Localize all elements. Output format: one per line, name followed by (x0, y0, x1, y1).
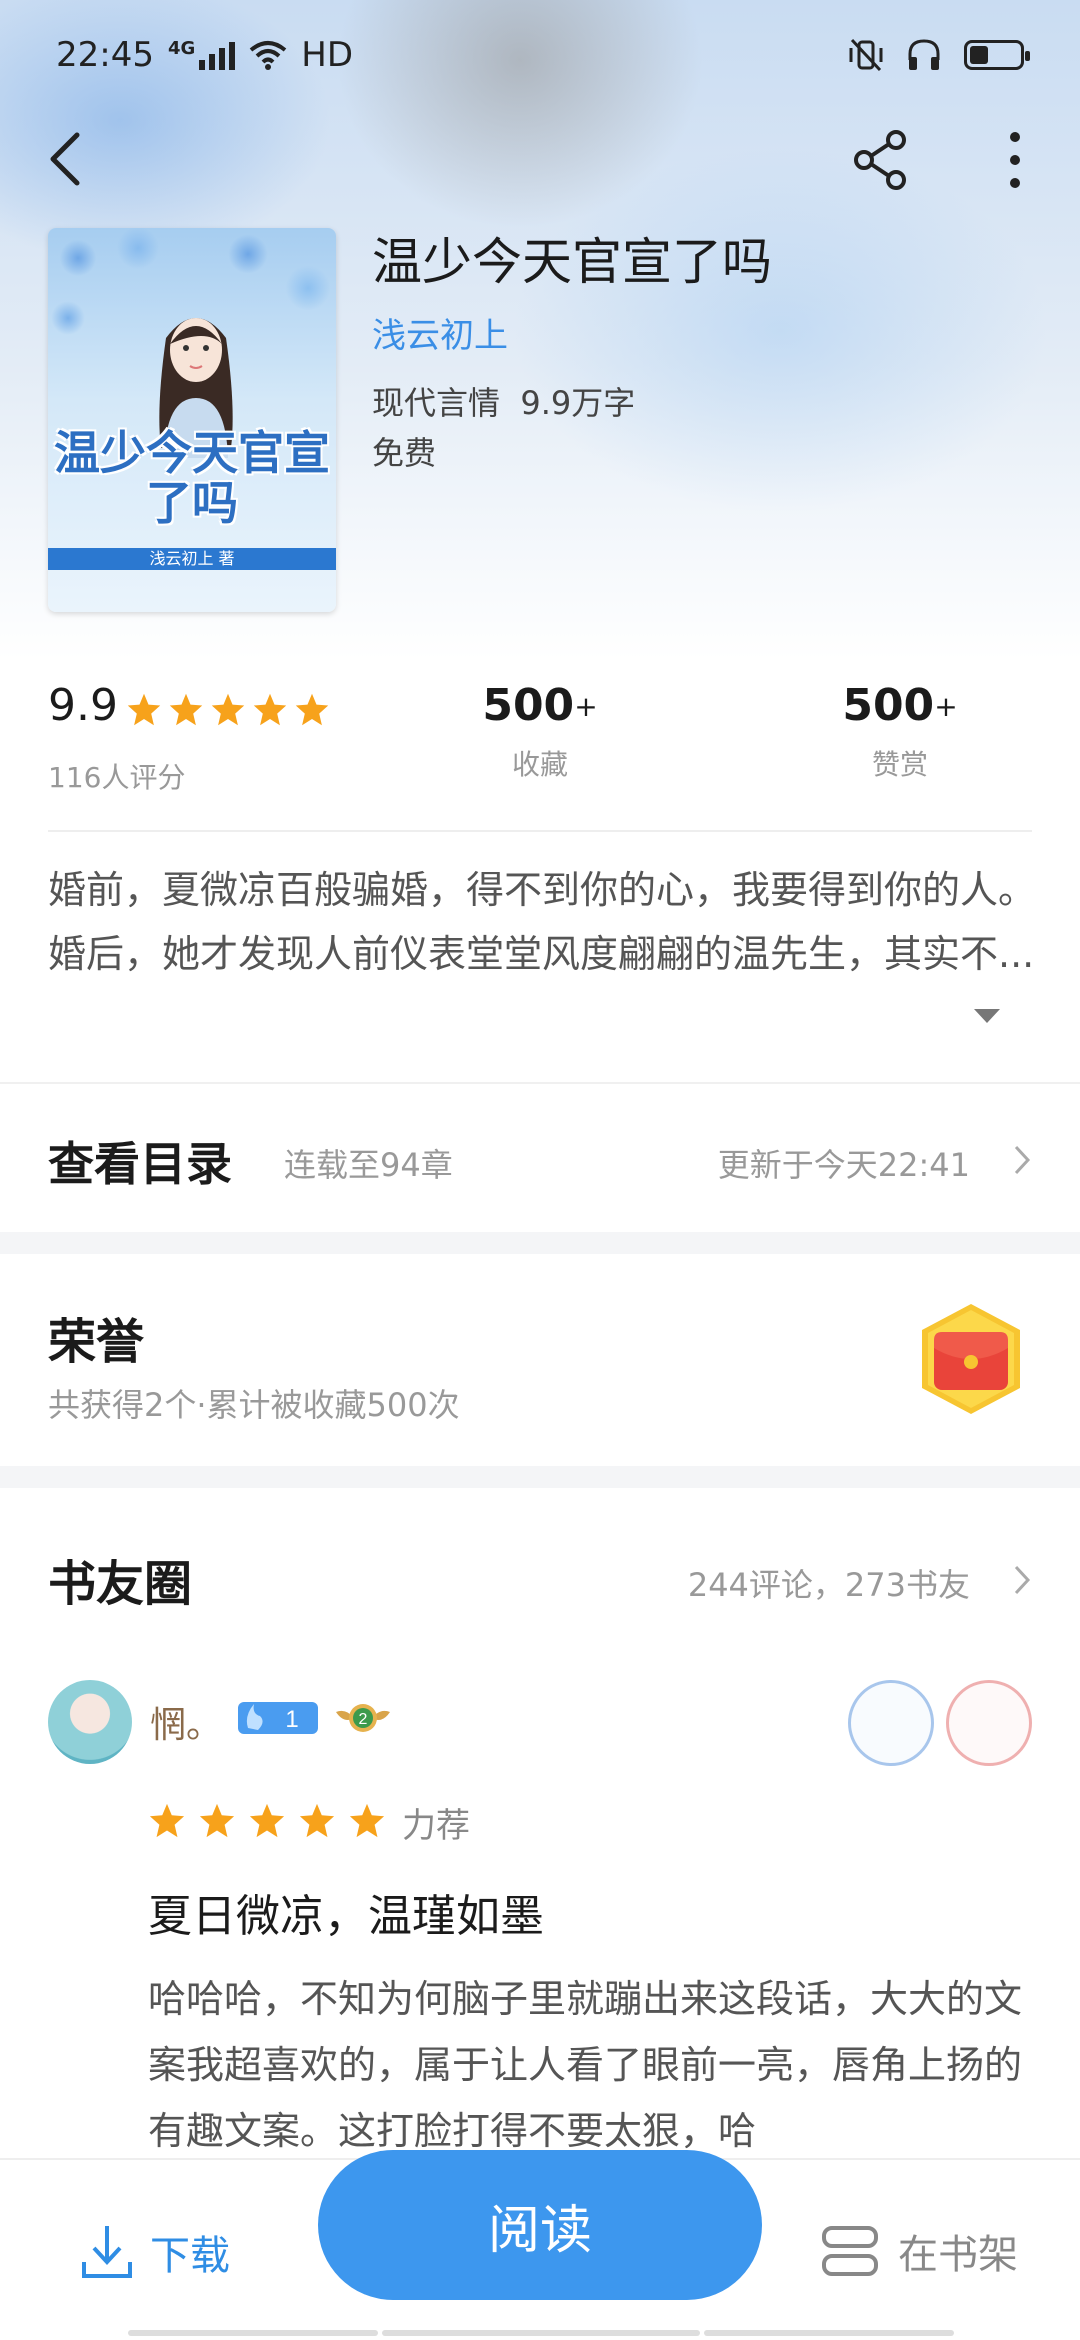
bottom-action-bar: 下载 阅读 在书架 (0, 2150, 1080, 2340)
recommend-label: 力荐 (402, 1806, 470, 1846)
section-gap (0, 1466, 1080, 1488)
nav-indicator (382, 2330, 700, 2336)
rewards-label: 赞赏 (871, 748, 928, 781)
toc-updated: 更新于今天22:41 (717, 1146, 970, 1184)
review-stars (148, 1802, 386, 1840)
divider (48, 830, 1032, 832)
cover-author-band: 浅云初上 著 (48, 548, 336, 570)
headphones-icon (908, 39, 940, 70)
star-icon (299, 1803, 335, 1838)
favorites-count: 500+ (482, 680, 598, 731)
download-button[interactable]: 下载 (80, 2222, 230, 2282)
chevron-right-icon (1014, 1145, 1031, 1175)
star-icon (295, 693, 329, 726)
honor-subtitle: 共获得2个·累计被收藏500次 (48, 1386, 460, 1424)
toc-chapters: 连载至94章 (284, 1146, 453, 1184)
more-vertical-icon (1010, 132, 1020, 188)
favorites-label: 收藏 (511, 748, 568, 781)
top-nav (0, 110, 1080, 210)
circle-stats[interactable]: 244评论，273书友 (688, 1560, 970, 1606)
download-icon (82, 2226, 132, 2278)
star-icon (253, 693, 287, 726)
on-shelf-button[interactable]: 在书架 (820, 2222, 1018, 2280)
rating-score: 9.9 (48, 680, 118, 731)
star-icon (127, 693, 161, 726)
red-envelope-badge-icon[interactable] (912, 1300, 1030, 1418)
favorites-stat[interactable]: 500+ 收藏 (440, 680, 640, 783)
book-price: 免费 (372, 434, 437, 472)
review-title[interactable]: 夏日微凉，温瑾如墨 (148, 1880, 544, 1944)
expand-arrow-icon[interactable] (972, 1006, 1002, 1026)
network-type: 4G (167, 37, 196, 59)
wifi-icon (250, 41, 287, 70)
star-icon (211, 693, 245, 726)
author-stamp-icon (848, 1680, 934, 1766)
signal-icon (199, 40, 236, 70)
vibrate-mute-icon (849, 38, 883, 72)
book-title: 温少今天官宣了吗 (372, 233, 772, 291)
battery-icon (964, 40, 1030, 70)
nav-indicator (128, 2330, 378, 2336)
star-icon (249, 1803, 285, 1838)
more-button[interactable] (990, 124, 1040, 196)
share-icon (854, 130, 906, 190)
star-icon (149, 1803, 185, 1838)
toc-title: 查看目录 (48, 1137, 232, 1191)
review-body[interactable]: 哈哈哈，不知为何脑子里就蹦出来这段话，大大的文案我超喜欢的，属于让人看了眼前一亮… (148, 1966, 1044, 2164)
book-author-link[interactable]: 浅云初上 (372, 308, 508, 357)
back-arrow-icon (50, 132, 80, 186)
section-gap (0, 1232, 1080, 1254)
book-word-count: 9.9万字 (520, 384, 636, 422)
hd-indicator: HD (301, 35, 354, 75)
star-icon (169, 693, 203, 726)
circle-title: 书友圈 (48, 1556, 193, 1612)
svg-text:1: 1 (285, 1706, 298, 1733)
star-icon (349, 1803, 385, 1838)
synopsis[interactable]: 婚前，夏微凉百般骗婚，得不到你的心，我要得到你的人。婚后，她才发现人前仪表堂堂风… (48, 858, 1038, 986)
cover-title: 温少今天官宣了吗 (54, 426, 330, 530)
book-cover[interactable]: 温少今天官宣了吗 浅云初上 著 (48, 228, 336, 612)
download-label: 下载 (150, 2233, 230, 2279)
rewards-count: 500+ (842, 680, 958, 731)
honor-title: 荣誉 (48, 1314, 145, 1370)
book-meta: 现代言情 9.9万字 (372, 378, 635, 424)
bookshelf-icon (822, 2226, 878, 2276)
review-username[interactable]: 惘。 (150, 1696, 222, 1748)
status-bar: 22:45 4G HD (0, 0, 1080, 110)
rank-wings-badge: 2 (336, 1704, 390, 1732)
star-icon (199, 1803, 235, 1838)
nav-indicator (704, 2330, 954, 2336)
stats-row: 9.9 116人评分 500+ 收藏 500+ 赞赏 (48, 680, 1032, 800)
toc-row[interactable]: 查看目录 连载至94章 更新于今天22:41 (0, 1082, 1080, 1232)
chevron-right-icon[interactable] (1012, 1564, 1032, 1596)
rating-count: 116人评分 (48, 761, 186, 794)
svg-text:2: 2 (359, 1711, 368, 1728)
featured-stamp-icon (946, 1680, 1032, 1766)
fan-level-badge: 1 (238, 1702, 318, 1734)
read-button[interactable]: 阅读 (318, 2150, 762, 2300)
on-shelf-label: 在书架 (898, 2232, 1018, 2278)
status-time: 22:45 (56, 35, 154, 75)
rewards-stat[interactable]: 500+ 赞赏 (800, 680, 1000, 783)
share-button[interactable] (846, 124, 918, 196)
user-avatar[interactable] (48, 1680, 132, 1764)
back-button[interactable] (30, 124, 100, 194)
rating-stars (126, 692, 330, 728)
book-genre: 现代言情 (372, 384, 501, 422)
